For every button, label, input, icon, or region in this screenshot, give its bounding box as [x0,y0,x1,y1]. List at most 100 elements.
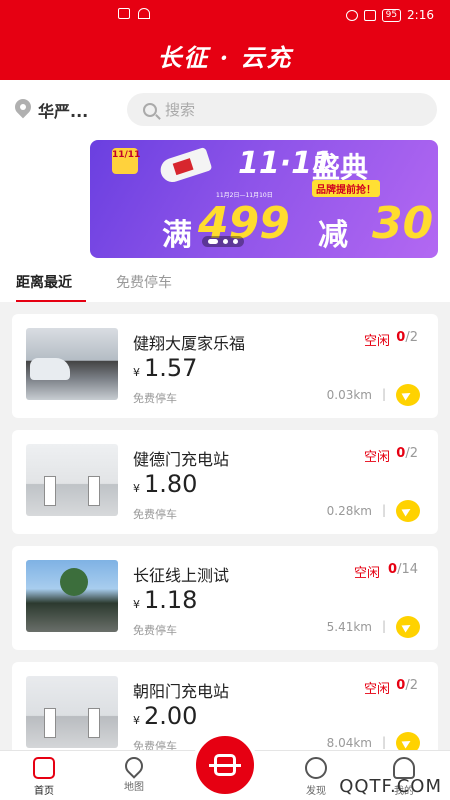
map-icon [121,753,147,779]
available-count: 0 [396,678,406,693]
availability: 0/2 [396,678,418,693]
station-name: 健翔大厦家乐福 [133,334,246,353]
status-badge: 空闲 [353,566,380,581]
currency-symbol: ¥ [133,482,140,495]
bottle-image [157,146,213,186]
nav-discover[interactable]: 发现 [286,757,346,797]
navigate-icon[interactable] [396,500,420,522]
app-title: 长征 · 云充 [157,42,293,72]
distance: 5.41km [326,620,372,634]
location-pin-icon [11,95,35,121]
currency-symbol: ¥ [133,714,140,727]
banner-tag: 11/11 [112,148,140,174]
station-photo [26,676,118,748]
carousel-dot-active [208,239,218,244]
station-photo [26,444,118,516]
nav-home-label: 首页 [34,786,54,797]
divider: | [381,619,386,633]
tab-active-indicator [16,300,86,302]
banner-jian: 减 [318,218,348,253]
parking-info: 免费停车 [133,624,177,637]
available-count: 0 [396,330,406,345]
availability: 0/14 [388,562,418,577]
currency-symbol: ¥ [133,366,140,379]
currency-symbol: ¥ [133,598,140,611]
total-count: /2 [405,678,418,693]
station-price: 1.18 [144,586,198,614]
home-icon [33,757,55,779]
status-badge: 空闲 [363,334,390,349]
availability: 0/2 [396,330,418,345]
location-city: 华严... [38,102,89,121]
status-right-icons: 95 2:16 [345,8,434,22]
charger-post [44,708,56,738]
carousel-dots[interactable] [202,236,244,247]
discover-icon [305,757,327,779]
available-count: 0 [388,562,398,577]
search-input[interactable]: 搜索 [127,93,437,126]
scan-line [209,764,241,767]
promo-banner[interactable]: 11/11 11·11 盛典 品牌提前抢！ 11月2日—11月10日 满 499… [90,140,438,258]
battery-icon: 95 [381,8,402,22]
station-photo [26,560,118,632]
scan-button[interactable] [192,732,258,798]
sim-icon [118,8,130,19]
mute-icon [363,9,376,21]
nav-discover-label: 发现 [306,786,326,797]
charger-post [88,476,100,506]
tab-free-parking[interactable]: 免费停车 [116,272,172,292]
total-count: /2 [405,330,418,345]
distance: 0.28km [326,504,372,518]
status-time: 2:16 [407,8,434,22]
available-count: 0 [396,446,406,461]
station-name: 健德门充电站 [133,450,230,469]
station-price: 1.57 [144,354,198,382]
charger-post [44,476,56,506]
nav-home[interactable]: 首页 [14,757,74,797]
status-left-icons [118,8,150,19]
divider: | [381,735,386,749]
station-name: 长征线上测试 [133,566,230,585]
search-icon [143,102,157,117]
parking-info: 免费停车 [133,392,177,405]
search-placeholder: 搜索 [165,101,196,119]
station-photo [26,328,118,400]
distance: 8.04km [326,736,372,750]
banner-sub: 品牌提前抢！ [312,180,380,197]
status-badge: 空闲 [363,682,390,697]
carousel-dot [233,239,238,244]
watermark: QQTF.COM [339,776,442,797]
location-selector[interactable]: 华严... [11,95,89,122]
distance: 0.03km [326,388,372,402]
station-price: 2.00 [144,702,198,730]
tree-shape [60,568,88,596]
parking-info: 免费停车 [133,508,177,521]
location-status-icon [345,9,358,21]
filter-tabs: 距离最近 免费停车 [0,268,450,302]
status-badge: 空闲 [363,450,390,465]
availability: 0/2 [396,446,418,461]
divider: | [381,503,386,517]
station-name: 朝阳门充电站 [133,682,230,701]
navigate-icon[interactable] [396,384,420,406]
carousel-dot [223,239,228,244]
station-card[interactable]: 健翔大厦家乐福 ¥ 1.57 免费停车 空闲 0/2 0.03km | [12,314,438,418]
station-price: 1.80 [144,470,198,498]
total-count: /2 [405,446,418,461]
app-bar: 长征 · 云充 [0,30,450,80]
banner-man: 满 [162,218,192,253]
status-bar: 95 2:16 [0,0,450,30]
car-shape [30,358,70,380]
charger-post [88,708,100,738]
banner-prev-peek [0,140,14,258]
divider: | [381,387,386,401]
station-card[interactable]: 健德门充电站 ¥ 1.80 免费停车 空闲 0/2 0.28km | [12,430,438,534]
navigate-icon[interactable] [396,616,420,638]
nav-map[interactable]: 地图 [104,753,164,793]
nav-map-label: 地图 [124,782,144,793]
station-card[interactable]: 长征线上测试 ¥ 1.18 免费停车 空闲 0/14 5.41km | [12,546,438,650]
tab-nearest[interactable]: 距离最近 [16,272,72,292]
banner-discount: 30 [372,198,434,249]
total-count: /14 [397,562,418,577]
wifi-icon [138,8,150,19]
